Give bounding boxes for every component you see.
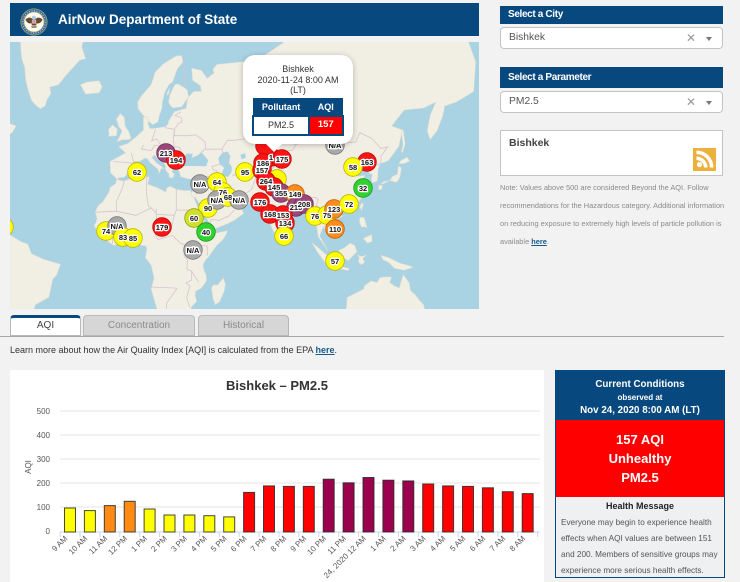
- svg-text:176: 176: [254, 198, 267, 207]
- svg-text:200: 200: [37, 479, 51, 488]
- svg-text:1: 1: [269, 153, 273, 162]
- svg-text:300: 300: [37, 455, 51, 464]
- svg-text:N/A: N/A: [111, 222, 125, 231]
- svg-text:4 PM: 4 PM: [189, 534, 209, 554]
- svg-text:500: 500: [37, 407, 51, 416]
- svg-text:3 AM: 3 AM: [408, 534, 427, 553]
- svg-text:12 PM: 12 PM: [106, 534, 129, 557]
- svg-text:64: 64: [213, 178, 222, 187]
- svg-text:400: 400: [37, 431, 51, 440]
- svg-text:76: 76: [311, 212, 319, 221]
- svg-text:N/A: N/A: [211, 196, 225, 205]
- svg-text:5 AM: 5 AM: [448, 534, 467, 553]
- svg-text:208: 208: [298, 200, 311, 209]
- svg-text:60: 60: [190, 214, 198, 223]
- svg-text:N/A: N/A: [194, 180, 208, 189]
- svg-text:1 AM: 1 AM: [369, 534, 388, 553]
- svg-text:8 AM: 8 AM: [508, 534, 527, 553]
- svg-text:6 PM: 6 PM: [229, 534, 249, 554]
- svg-text:4 AM: 4 AM: [428, 534, 447, 553]
- svg-text:40: 40: [202, 228, 210, 237]
- svg-text:6 AM: 6 AM: [468, 534, 487, 553]
- svg-text:179: 179: [156, 223, 169, 232]
- svg-text:N/A: N/A: [187, 246, 201, 255]
- svg-text:58: 58: [349, 163, 357, 172]
- svg-text:2 PM: 2 PM: [149, 534, 169, 554]
- svg-text:163: 163: [361, 158, 374, 167]
- svg-text:157: 157: [256, 166, 269, 175]
- svg-text:1 PM: 1 PM: [129, 534, 149, 554]
- svg-text:5 PM: 5 PM: [209, 534, 229, 554]
- svg-text:355: 355: [275, 189, 288, 198]
- svg-text:134: 134: [279, 219, 292, 228]
- svg-text:83: 83: [119, 233, 127, 242]
- svg-text:10 PM: 10 PM: [305, 534, 328, 557]
- svg-text:123: 123: [328, 205, 341, 214]
- svg-text:AQI: AQI: [24, 460, 33, 474]
- svg-text:100: 100: [37, 503, 51, 512]
- svg-text:32: 32: [359, 184, 367, 193]
- svg-text:0: 0: [46, 527, 51, 536]
- svg-text:66: 66: [280, 232, 288, 241]
- svg-text:168: 168: [264, 210, 277, 219]
- svg-text:7 PM: 7 PM: [249, 534, 269, 554]
- svg-text:68: 68: [224, 193, 232, 202]
- svg-text:10 AM: 10 AM: [67, 534, 90, 557]
- svg-text:90: 90: [204, 204, 212, 213]
- svg-text:N/A: N/A: [233, 196, 247, 205]
- svg-text:11 AM: 11 AM: [87, 534, 109, 556]
- svg-text:149: 149: [289, 190, 302, 199]
- svg-text:57: 57: [331, 257, 339, 266]
- svg-text:2 AM: 2 AM: [388, 534, 407, 553]
- svg-text:95: 95: [241, 168, 249, 177]
- svg-text:85: 85: [129, 234, 137, 243]
- svg-text:3 PM: 3 PM: [169, 534, 189, 554]
- svg-text:175: 175: [276, 155, 289, 164]
- svg-text:8 PM: 8 PM: [269, 534, 289, 554]
- svg-text:7 AM: 7 AM: [488, 534, 507, 553]
- svg-text:72: 72: [345, 200, 353, 209]
- svg-text:110: 110: [329, 225, 341, 234]
- svg-text:62: 62: [133, 168, 141, 177]
- svg-text:194: 194: [170, 156, 183, 165]
